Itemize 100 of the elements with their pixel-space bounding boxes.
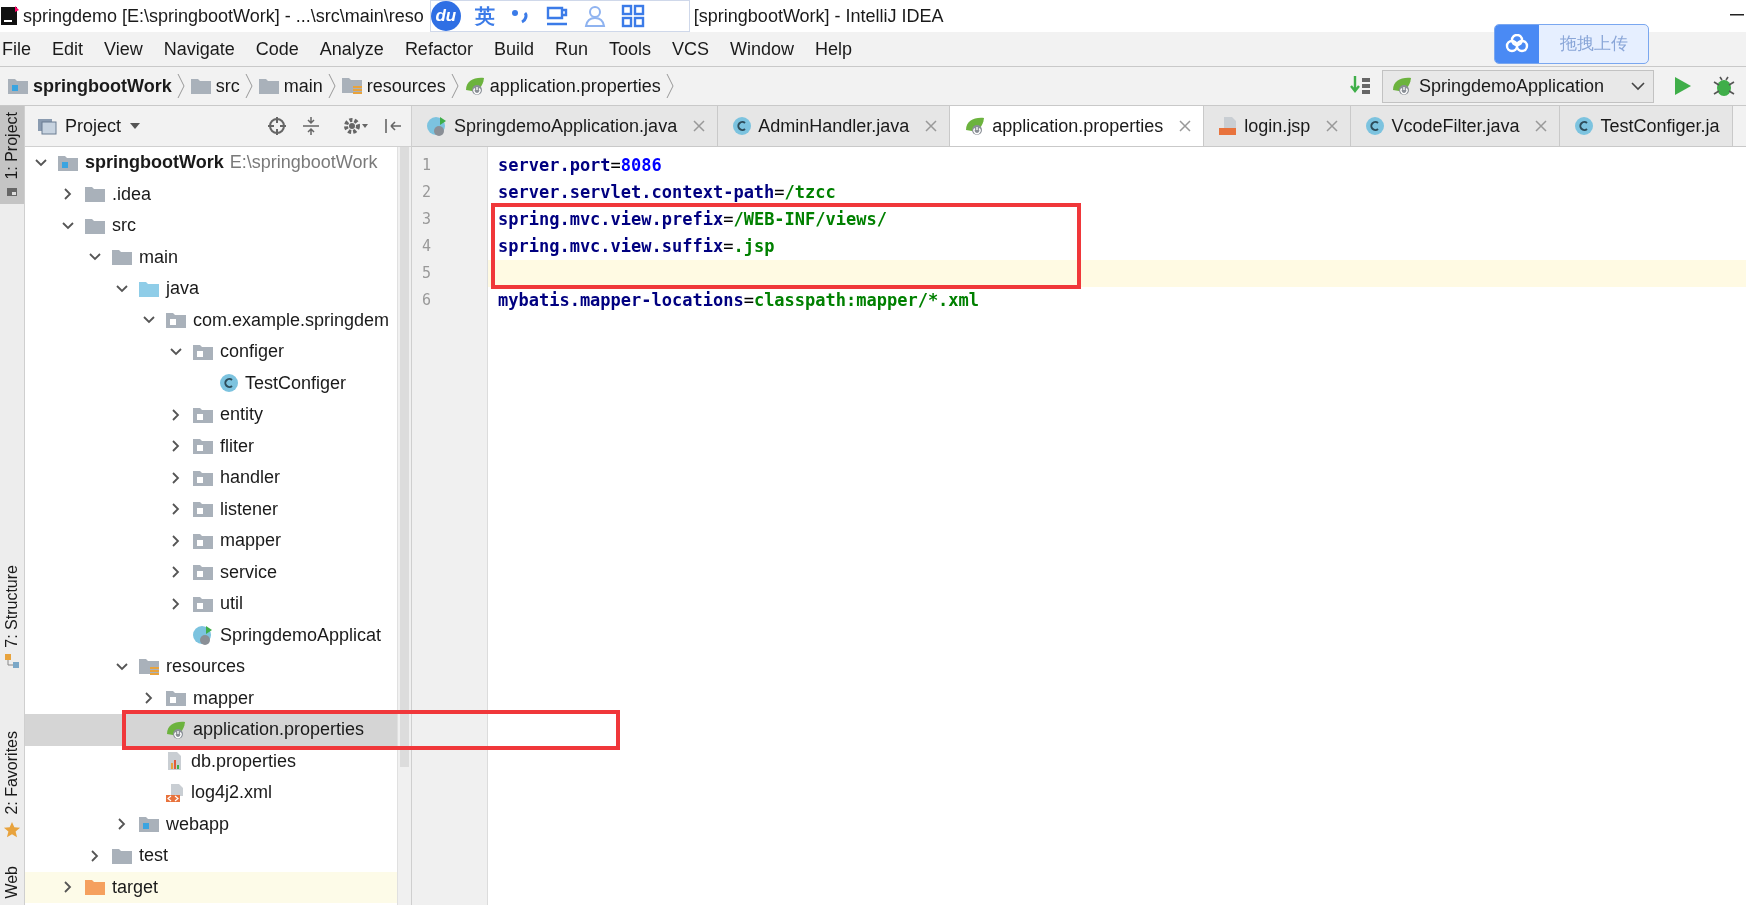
editor-tab[interactable]: login.jsp bbox=[1204, 106, 1352, 146]
language-toggle[interactable]: 英 bbox=[474, 1, 495, 31]
package-folder-icon bbox=[165, 311, 187, 330]
editor-tab[interactable]: SpringdemoApplication.java bbox=[412, 106, 719, 146]
close-icon[interactable] bbox=[1179, 120, 1192, 132]
breadcrumb[interactable]: springbootWork bbox=[7, 72, 172, 100]
package-folder-icon bbox=[192, 500, 214, 519]
menu-item[interactable]: Navigate bbox=[163, 35, 235, 63]
tree-item-label: TestConfiger bbox=[245, 371, 347, 395]
menu-item[interactable]: Window bbox=[730, 35, 795, 63]
menu-item[interactable]: File bbox=[2, 35, 31, 63]
tree-item-label: java bbox=[166, 277, 200, 301]
tree-item[interactable]: mapper bbox=[25, 525, 397, 557]
breadcrumb[interactable]: src bbox=[189, 72, 240, 100]
code-line: spring.mvc.view.suffix=.jsp bbox=[497, 234, 776, 258]
structure-icon bbox=[4, 653, 20, 670]
menu-item[interactable]: Analyze bbox=[319, 35, 384, 63]
tree-item[interactable]: fliter bbox=[25, 430, 397, 462]
grid-icon[interactable] bbox=[620, 4, 645, 28]
tool-window-button[interactable]: 2: Favorites bbox=[0, 725, 24, 845]
settings-icon[interactable] bbox=[343, 116, 369, 136]
tree-item[interactable]: application.properties bbox=[25, 714, 397, 746]
web-folder-icon bbox=[138, 815, 160, 834]
target-icon[interactable] bbox=[267, 116, 287, 136]
tree-item[interactable]: webapp bbox=[25, 808, 397, 840]
tree-item[interactable]: log4j2.xml bbox=[25, 777, 397, 809]
project-icon bbox=[6, 185, 18, 198]
tree-item[interactable]: springbootWork E:\springbootWork bbox=[25, 147, 397, 179]
editor-tab[interactable]: AdminHandler.java bbox=[718, 106, 951, 146]
tree-item-label: handler bbox=[220, 466, 281, 490]
folder-icon bbox=[84, 216, 106, 235]
breadcrumb[interactable]: resources bbox=[340, 72, 446, 100]
menu-item[interactable]: Build bbox=[493, 35, 534, 63]
breadcrumb[interactable]: application.properties bbox=[463, 72, 661, 100]
tree-item[interactable]: db.properties bbox=[25, 745, 397, 777]
module-folder-icon bbox=[7, 77, 29, 95]
tree-item[interactable]: .idea bbox=[25, 178, 397, 210]
panel-title[interactable]: Project bbox=[65, 112, 122, 140]
menu-item[interactable]: View bbox=[104, 35, 143, 63]
editor-tab[interactable]: application.properties bbox=[950, 106, 1205, 146]
code-line: spring.mvc.view.prefix=/WEB-INF/views/ bbox=[497, 207, 888, 231]
menu-item[interactable]: Run bbox=[554, 35, 588, 63]
scrollbar[interactable] bbox=[397, 147, 411, 905]
tree-item[interactable]: target bbox=[25, 871, 397, 903]
folder-icon bbox=[189, 77, 212, 95]
cloud-icon bbox=[1504, 34, 1530, 54]
project-view-icon bbox=[37, 117, 57, 135]
breadcrumb[interactable]: main bbox=[257, 72, 323, 100]
tool-window-button[interactable]: 7: Structure bbox=[0, 558, 24, 676]
minimize-icon[interactable] bbox=[1730, 14, 1744, 18]
resources-folder-icon bbox=[138, 656, 160, 677]
tree-item-label: log4j2.xml bbox=[191, 781, 273, 805]
editor-tab[interactable]: TestConfiger.ja bbox=[1560, 106, 1733, 146]
line-number: 2 bbox=[422, 182, 432, 204]
tree-item[interactable]: entity bbox=[25, 399, 397, 431]
window-title: [springbootWork] - IntelliJ IDEA bbox=[693, 4, 944, 28]
collapse-icon[interactable] bbox=[301, 116, 321, 136]
folder-icon bbox=[111, 846, 133, 865]
caret-icon bbox=[1631, 81, 1645, 91]
tree-item[interactable]: resources bbox=[25, 651, 397, 683]
hide-icon[interactable] bbox=[383, 116, 403, 136]
menu-item[interactable]: Edit bbox=[52, 35, 84, 63]
ime-logo[interactable]: du bbox=[430, 1, 461, 31]
menu-item[interactable]: Refactor bbox=[404, 35, 473, 63]
cup-icon[interactable] bbox=[544, 4, 569, 28]
tree-item[interactable]: configer bbox=[25, 336, 397, 368]
tree-item[interactable]: listener bbox=[25, 493, 397, 525]
menu-item[interactable]: Help bbox=[815, 35, 853, 63]
tree-item[interactable]: handler bbox=[25, 462, 397, 494]
tree-item[interactable]: test bbox=[25, 840, 397, 872]
tree-item[interactable]: mapper bbox=[25, 682, 397, 714]
class-icon bbox=[1365, 116, 1386, 136]
tree-item[interactable]: service bbox=[25, 556, 397, 588]
run-icon[interactable] bbox=[1674, 76, 1692, 96]
tool-window-button[interactable]: Web bbox=[0, 860, 24, 905]
menu-item[interactable]: Tools bbox=[608, 35, 651, 63]
tree-item-label: mapper bbox=[193, 686, 255, 710]
xml-file-icon bbox=[165, 782, 185, 803]
caret-icon[interactable] bbox=[129, 122, 142, 130]
tree-item[interactable]: main bbox=[25, 241, 397, 273]
package-folder-icon bbox=[192, 342, 214, 361]
tree-item[interactable]: java bbox=[25, 273, 397, 305]
run-configuration-dropdown[interactable]: SpringdemoApplication bbox=[1382, 69, 1654, 103]
bug-icon[interactable] bbox=[1712, 74, 1736, 98]
tree-item[interactable]: src bbox=[25, 210, 397, 242]
folder-icon bbox=[84, 878, 106, 897]
editor-tab[interactable]: VcodeFilter.java bbox=[1351, 106, 1561, 146]
star-icon bbox=[3, 820, 21, 839]
tree-item[interactable]: com.example.springdem bbox=[25, 304, 397, 336]
package-folder-icon bbox=[192, 468, 214, 487]
tree-item[interactable]: SpringdemoApplicat bbox=[25, 619, 397, 651]
folder-icon bbox=[257, 77, 280, 95]
menu-item[interactable]: Code bbox=[255, 35, 299, 63]
menu-item[interactable]: VCS bbox=[672, 35, 709, 63]
tree-item-label: SpringdemoApplicat bbox=[220, 623, 382, 647]
class-icon bbox=[732, 116, 753, 136]
tree-item[interactable]: TestConfiger bbox=[25, 367, 397, 399]
tree-item[interactable]: util bbox=[25, 588, 397, 620]
tool-window-button[interactable]: 1: Project bbox=[0, 106, 24, 204]
folder-icon bbox=[111, 248, 133, 267]
